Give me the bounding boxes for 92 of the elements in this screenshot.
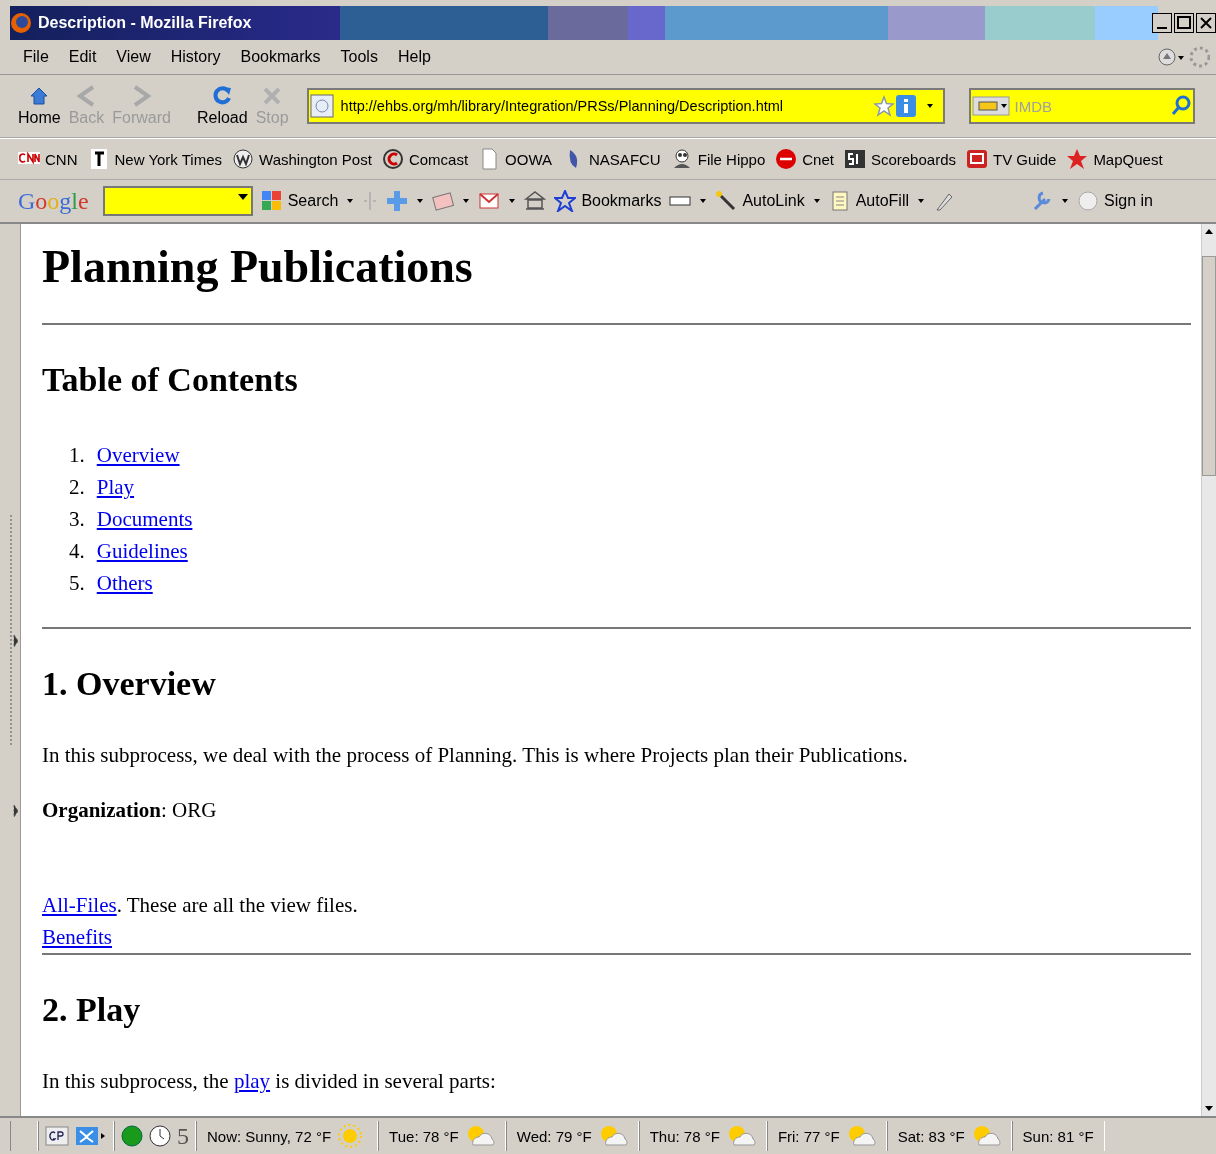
circle-icon bbox=[1077, 190, 1100, 212]
link[interactable]: play bbox=[233, 1069, 271, 1093]
bookmark-link[interactable]: TV Guide bbox=[966, 148, 1057, 170]
weather-forecast: Tue: 78 °F bbox=[389, 1127, 459, 1145]
star-icon bbox=[1066, 148, 1089, 170]
toc-link[interactable]: Documents bbox=[96, 503, 193, 535]
gp-icon[interactable] bbox=[45, 1125, 69, 1147]
section-heading: Table of Contents bbox=[42, 361, 299, 399]
reload-button[interactable]: Reload bbox=[192, 85, 252, 127]
spinner-icon bbox=[1188, 45, 1210, 69]
bookmark-link[interactable]: Scoreboards bbox=[843, 148, 956, 170]
home-button[interactable]: Home bbox=[14, 85, 65, 127]
engine-icon[interactable] bbox=[970, 93, 1011, 119]
weather-forecast: Now: Sunny, 72 °F bbox=[207, 1127, 332, 1145]
search-field[interactable]: IMDB bbox=[968, 88, 1195, 124]
bookmark-link[interactable]: Washington Post bbox=[232, 148, 372, 170]
logo-icon bbox=[843, 148, 866, 170]
scrollbar[interactable] bbox=[1201, 224, 1216, 1116]
google-logo: Google bbox=[18, 187, 89, 215]
list-number: 4. bbox=[69, 538, 85, 565]
bookmark-link[interactable]: MapQuest bbox=[1066, 148, 1163, 170]
page-icon bbox=[308, 93, 337, 119]
google-icon bbox=[260, 190, 283, 212]
list-number: 2. bbox=[69, 474, 85, 501]
maximize-icon[interactable] bbox=[1174, 13, 1194, 33]
clock-icon[interactable] bbox=[149, 1125, 171, 1147]
logo-icon bbox=[775, 148, 798, 170]
logo-icon bbox=[381, 148, 404, 170]
search-icon[interactable] bbox=[1170, 95, 1193, 117]
divider-icon bbox=[362, 190, 379, 212]
toolbar-button[interactable]: AutoLink bbox=[715, 190, 805, 212]
menu-item[interactable]: Tools bbox=[331, 46, 387, 68]
toc-link[interactable]: Overview bbox=[96, 439, 180, 471]
text: . These are all the view files. bbox=[116, 893, 358, 917]
link[interactable]: All-Files bbox=[42, 893, 117, 917]
address-bar[interactable]: http://ehbs.org/mh/library/Integration/PRSs/Planning/Description.html bbox=[306, 88, 945, 124]
toolbar-button[interactable]: AutoFill bbox=[828, 190, 910, 212]
building-icon[interactable] bbox=[524, 190, 547, 212]
link[interactable]: Benefits bbox=[42, 925, 112, 949]
paragraph: Organization: ORG bbox=[42, 798, 218, 823]
status-icon[interactable] bbox=[1158, 48, 1186, 66]
globe-icon bbox=[10, 12, 32, 34]
tv-icon bbox=[966, 148, 988, 170]
toc-link[interactable]: Others bbox=[96, 567, 153, 599]
weather-forecast: Fri: 77 °F bbox=[777, 1127, 840, 1145]
menu-item[interactable]: History bbox=[161, 46, 230, 68]
weather-forecast: Thu: 78 °F bbox=[649, 1127, 720, 1145]
toolbar-button[interactable]: Sign in bbox=[1077, 190, 1153, 212]
list-number: 5. bbox=[69, 570, 85, 597]
menu-item[interactable]: View bbox=[107, 46, 160, 68]
close-icon[interactable] bbox=[1196, 13, 1216, 33]
bookmark-link[interactable]: Comcast bbox=[381, 148, 469, 170]
toolbar-button[interactable]: Search bbox=[260, 190, 339, 212]
menu-item[interactable]: File bbox=[14, 46, 58, 68]
bookmark-link[interactable]: Cnet bbox=[775, 148, 834, 170]
wand-icon bbox=[715, 190, 738, 212]
bookmark-link[interactable]: OOWA bbox=[478, 148, 553, 170]
search-box[interactable] bbox=[102, 186, 253, 216]
bookmark-link[interactable]: NASAFCU bbox=[562, 148, 661, 170]
list-number: 1. bbox=[69, 442, 85, 469]
toc-link[interactable]: Play bbox=[96, 471, 135, 503]
bookmark-link[interactable]: New York Times bbox=[87, 148, 223, 170]
bookmark-link[interactable]: CNN bbox=[18, 148, 78, 170]
menu-item[interactable]: Help bbox=[388, 46, 440, 68]
status-dot-icon bbox=[121, 1125, 143, 1147]
paragraph: In this subprocess, the play is divided in several parts: bbox=[42, 1069, 497, 1094]
menu-item[interactable]: Edit bbox=[59, 46, 106, 68]
address-field[interactable]: http://ehbs.org/mh/library/Integration/PRSs/Planning/Description.html bbox=[336, 98, 873, 114]
star-icon[interactable] bbox=[872, 95, 895, 117]
star-icon bbox=[554, 190, 577, 212]
section-heading: 1. Overview bbox=[42, 665, 217, 703]
section-heading: 2. Play bbox=[42, 991, 142, 1029]
globe-icon bbox=[232, 148, 255, 170]
info-icon[interactable] bbox=[894, 94, 917, 118]
weather-forecast: Sun: 81 °F bbox=[1022, 1127, 1094, 1145]
counter: 5 bbox=[177, 1122, 189, 1150]
reload-icon bbox=[211, 85, 234, 107]
list-number: 3. bbox=[69, 506, 85, 533]
scroll-thumb[interactable] bbox=[1202, 256, 1216, 476]
toolbar-button[interactable]: Bookmarks bbox=[554, 190, 662, 212]
search-input[interactable]: IMDB bbox=[1010, 97, 1171, 115]
menu-item[interactable]: Bookmarks bbox=[231, 46, 330, 68]
page-title: Planning Publications bbox=[42, 240, 474, 293]
weather-forecast: Wed: 79 °F bbox=[516, 1127, 592, 1145]
weather-forecast: Sat: 83 °F bbox=[897, 1127, 965, 1145]
minimize-icon[interactable] bbox=[1152, 13, 1172, 33]
toc-link[interactable]: Guidelines bbox=[96, 535, 188, 567]
window-title: Description - Mozilla Firefox bbox=[38, 14, 253, 32]
bookmark-link[interactable]: File Hippo bbox=[670, 148, 766, 170]
paragraph: In this subprocess, we deal with the process of Planning. This is where Projects plan their Publications. bbox=[42, 743, 909, 768]
tool-icon[interactable] bbox=[75, 1125, 107, 1147]
mail-icon[interactable] bbox=[478, 190, 501, 212]
